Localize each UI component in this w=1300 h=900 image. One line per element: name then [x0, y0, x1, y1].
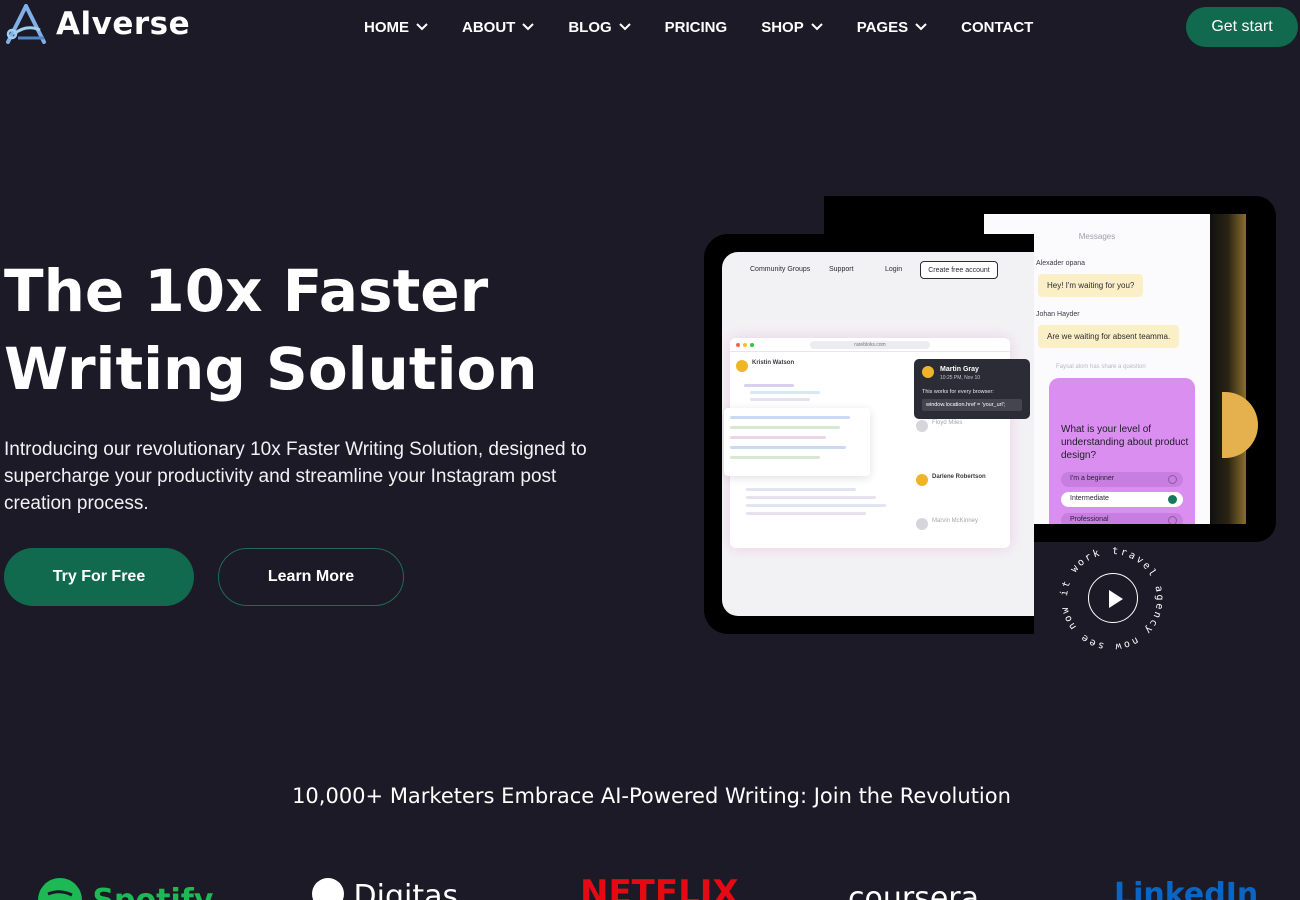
try-for-free-button[interactable]: Try For Free — [4, 548, 194, 606]
chevron-down-icon — [522, 23, 535, 31]
social-proof-title: 10,000+ Marketers Embrace AI-Powered Wri… — [292, 784, 1011, 808]
nav-label: HOME — [364, 18, 409, 36]
nav-item-shop[interactable]: SHOP — [761, 16, 823, 38]
brand-wordmark: Digitas — [353, 879, 459, 900]
browser-toolbar: rarebloks.com — [730, 338, 1010, 352]
play-video-button[interactable] — [1088, 573, 1138, 623]
nav-label: PAGES — [856, 18, 909, 36]
code-snippet-card — [724, 408, 870, 476]
quiz-option[interactable]: Professional — [1061, 513, 1183, 524]
list-item-name: Floyd Miles — [932, 420, 963, 426]
device-screen: Community Groups Support Login Create fr… — [722, 252, 1034, 616]
tooltip-time: 10:25 PM, Nov 10 — [940, 375, 981, 381]
message-note: Faysal alom has share a question — [1056, 364, 1146, 370]
quiz-question: What is your level of understanding abou… — [1061, 424, 1189, 461]
screen-nav-link: Login — [885, 266, 903, 273]
tooltip-text: This works for every browser: — [922, 389, 994, 395]
play-icon — [1109, 590, 1123, 608]
avatar — [916, 518, 928, 530]
message-sender: Johan Hayder — [1036, 311, 1080, 318]
code-line — [750, 398, 810, 401]
chevron-down-icon — [810, 23, 823, 31]
nav-label: CONTACT — [961, 18, 1034, 36]
chevron-down-icon — [416, 23, 428, 31]
minimize-dot-icon — [743, 343, 747, 347]
nav-item-contact[interactable]: CONTACT — [961, 16, 1033, 38]
avatar — [736, 360, 748, 372]
code-line — [746, 504, 886, 507]
code-line — [730, 426, 840, 429]
coursera-logo: coursera — [848, 881, 980, 900]
message-bubble: Hey! I'm waiting for you? — [1038, 274, 1144, 297]
avatar — [922, 366, 934, 378]
check-icon — [1168, 495, 1177, 504]
chevron-down-icon — [618, 23, 631, 31]
tooltip-name: Martin Gray — [940, 366, 979, 373]
linkedin-logo: LinkedIn — [1114, 877, 1259, 900]
radio-icon — [1168, 516, 1177, 524]
spotify-icon — [38, 878, 82, 900]
alverse-logo-icon — [6, 4, 46, 44]
list-item-name: Marvin McKinney — [932, 518, 979, 524]
code-line — [750, 391, 820, 394]
code-line — [730, 446, 846, 449]
quiz-option-label: Professional — [1070, 516, 1109, 523]
main-nav: HOME ABOUT BLOG PRICING SHOP PAGES CONTA… — [364, 16, 1033, 38]
nav-item-pages[interactable]: PAGES — [857, 16, 927, 38]
hero-title: The 10x Faster Writing Solution — [4, 252, 564, 408]
create-account-button: Create free account — [920, 261, 998, 279]
brand-name: Alverse — [56, 6, 191, 42]
hero-title-line2: Writing Solution — [4, 335, 538, 403]
quiz-option-label: Intermediate — [1070, 495, 1109, 502]
learn-more-button[interactable]: Learn More — [218, 548, 404, 606]
code-line — [746, 512, 866, 515]
quiz-option-label: I'm a beginner — [1070, 475, 1115, 482]
chat-tooltip: Martin Gray 10:25 PM, Nov 10 This works … — [914, 359, 1030, 419]
close-dot-icon — [736, 343, 740, 347]
nav-item-home[interactable]: HOME — [364, 16, 428, 38]
screen-nav-link: Community Groups — [750, 266, 811, 273]
quiz-card: What is your level of understanding abou… — [1049, 378, 1195, 524]
author-name: Kristin Watson — [752, 360, 795, 366]
code-line — [730, 456, 820, 459]
site-header: Alverse HOME ABOUT BLOG PRICING SHOP PAG… — [0, 0, 1300, 60]
screen-nav-link: Support — [829, 266, 854, 273]
decorative-gradient — [1210, 214, 1246, 524]
quiz-option-selected[interactable]: Intermediate — [1061, 492, 1183, 507]
nav-label: SHOP — [761, 18, 804, 36]
digitas-logo: Digitas — [312, 878, 458, 900]
radio-icon — [1168, 475, 1177, 484]
avatar — [916, 474, 928, 486]
maximize-dot-icon — [750, 343, 754, 347]
code-line — [746, 496, 876, 499]
code-line — [730, 436, 826, 439]
digitas-icon — [312, 878, 344, 900]
netflix-logo: NETFLIX — [580, 874, 739, 900]
hero-description: Introducing our revolutionary 10x Faster… — [4, 439, 587, 514]
code-line — [746, 488, 856, 491]
list-item-name: Darlene Robertson — [932, 474, 986, 480]
nav-label: PRICING — [664, 18, 728, 36]
chevron-down-icon — [915, 23, 927, 31]
message-sender: Alexader opana — [1036, 260, 1086, 267]
brand-logo[interactable]: Alverse — [4, 4, 190, 44]
code-line — [744, 384, 794, 387]
hero-title-line1: The 10x Faster — [4, 257, 489, 325]
message-bubble: Are we waiting for absent teamma. — [1038, 325, 1180, 348]
nav-label: BLOG — [568, 18, 612, 36]
brand-wordmark: Spotify — [92, 883, 213, 900]
nav-item-pricing[interactable]: PRICING — [665, 16, 728, 38]
nav-label: ABOUT — [462, 18, 516, 36]
nav-item-blog[interactable]: BLOG — [568, 16, 631, 38]
get-start-button[interactable]: Get start — [1186, 7, 1298, 47]
avatar — [916, 420, 928, 432]
spotify-logo: Spotify — [38, 878, 213, 900]
code-line — [730, 416, 850, 419]
tooltip-code: window.location.href = 'your_url'; — [922, 399, 1022, 411]
nav-item-about[interactable]: ABOUT — [462, 16, 535, 38]
partner-logos: Spotify Digitas NETFLIX coursera LinkedI… — [0, 874, 1300, 900]
quiz-option[interactable]: I'm a beginner — [1061, 472, 1183, 487]
url-bar: rarebloks.com — [810, 341, 930, 349]
